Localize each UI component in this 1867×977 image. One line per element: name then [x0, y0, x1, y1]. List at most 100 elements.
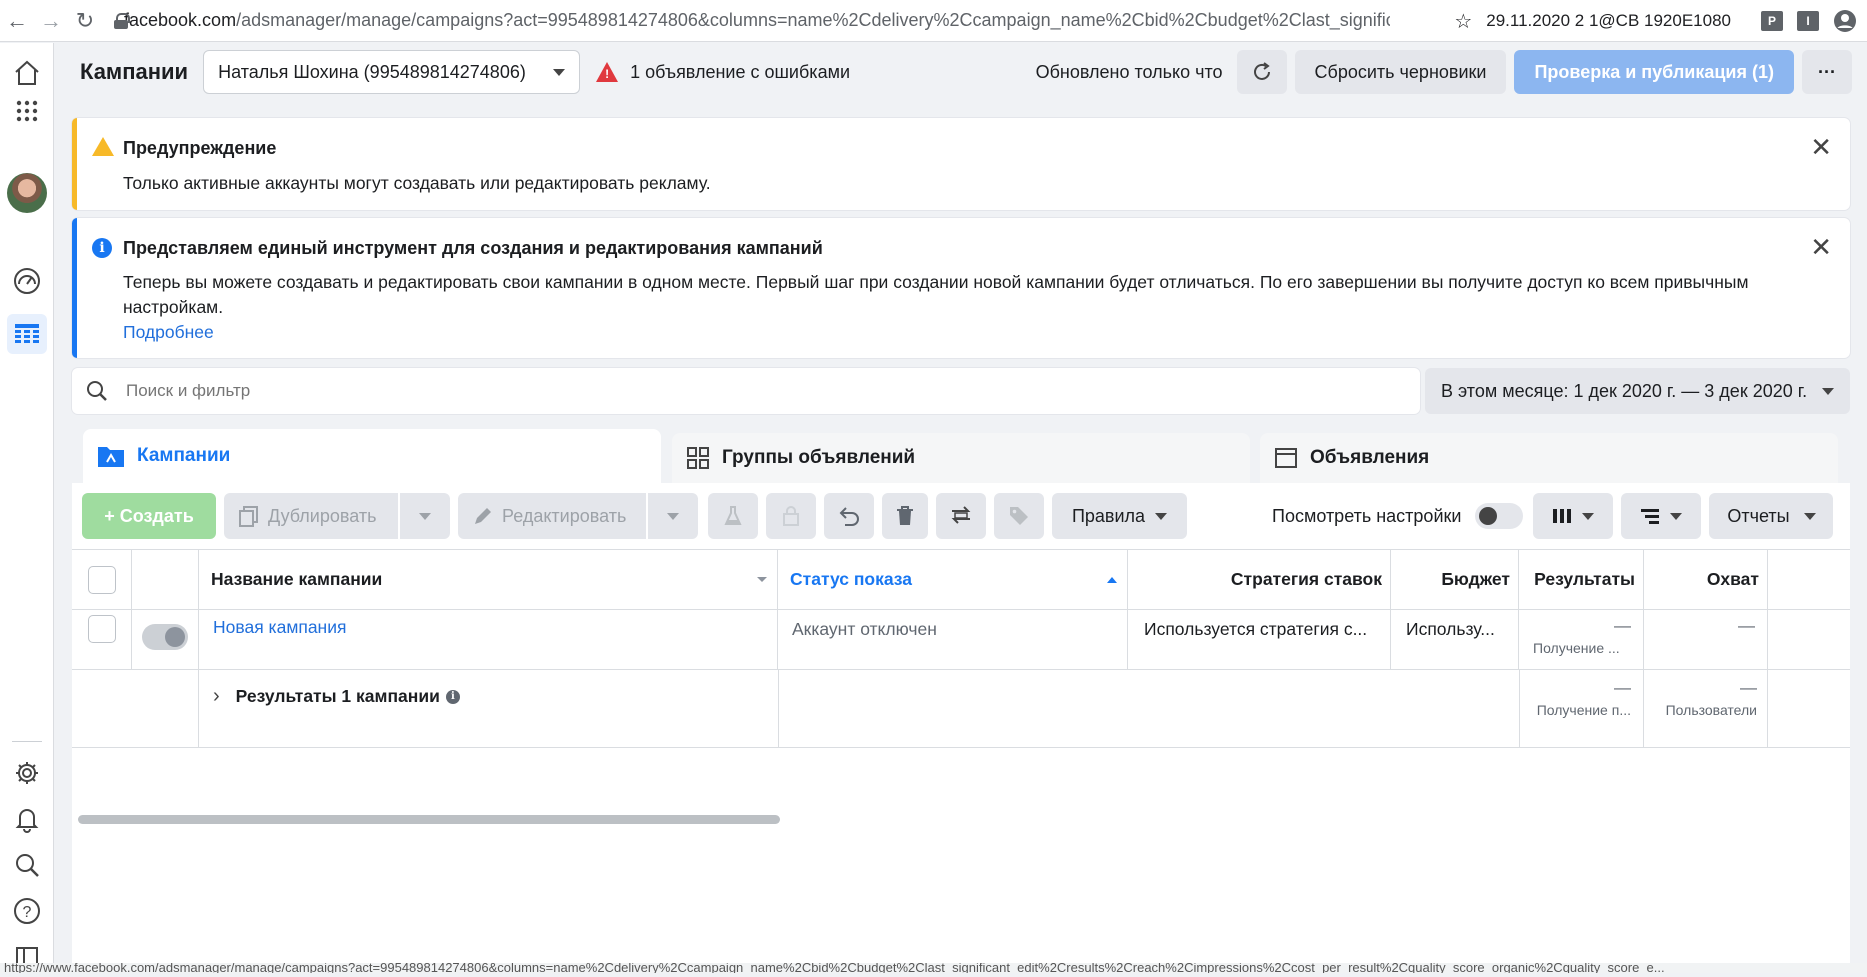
- ad-errors-indicator[interactable]: ! 1 объявление с ошибками: [596, 62, 850, 83]
- col-header-budget[interactable]: Бюджет: [1391, 550, 1519, 609]
- avatar[interactable]: [7, 173, 47, 213]
- star-icon[interactable]: ☆: [1454, 9, 1472, 34]
- undo-button[interactable]: [824, 493, 874, 539]
- warning-icon: [92, 137, 114, 156]
- reload-icon[interactable]: ↻: [68, 4, 102, 38]
- info-text: Теперь вы можете создавать и редактирова…: [123, 272, 1749, 317]
- campaigns-panel: + Создать Дублировать Редактировать Прав…: [72, 483, 1850, 963]
- col-header-reach[interactable]: Охват: [1644, 550, 1768, 609]
- edit-dropdown[interactable]: [648, 493, 698, 539]
- tab-adsets[interactable]: Группы объявлений: [672, 433, 1250, 483]
- date-range-label: В этом месяце: 1 дек 2020 г. — 3 дек 202…: [1441, 380, 1808, 401]
- summary-reach-cell: — Пользователи: [1644, 670, 1768, 747]
- info-title: Представляем единый инструмент для созда…: [123, 238, 823, 258]
- ab-test-button[interactable]: [708, 493, 758, 539]
- chevron-down-icon: [667, 512, 679, 520]
- url-path: /adsmanager/manage/campaigns?act=9954898…: [236, 10, 1390, 30]
- reset-drafts-button[interactable]: Сбросить черновики: [1294, 50, 1507, 94]
- pencil-icon: [475, 508, 491, 524]
- duplicate-dropdown[interactable]: [400, 493, 450, 539]
- extension-p-icon[interactable]: P: [1761, 11, 1783, 31]
- account-selector[interactable]: Наталья Шохина (995489814274806): [203, 50, 581, 94]
- date-range-picker[interactable]: В этом месяце: 1 дек 2020 г. — 3 дек 202…: [1425, 368, 1850, 414]
- chevron-down-icon: [1822, 387, 1834, 395]
- error-warning-icon: !: [596, 62, 619, 82]
- col-header-bid[interactable]: Стратегия ставок: [1128, 550, 1391, 609]
- refresh-button[interactable]: [1236, 50, 1287, 94]
- delete-button[interactable]: [882, 493, 928, 539]
- profile-icon[interactable]: [1833, 9, 1857, 33]
- breakdown-icon: [1641, 509, 1660, 524]
- campaign-on-off-toggle[interactable]: [142, 624, 188, 650]
- duplicate-button[interactable]: Дублировать: [224, 493, 398, 539]
- summary-left-cell: [72, 670, 199, 747]
- home-icon[interactable]: [7, 53, 47, 93]
- summary-results-value: —: [1614, 678, 1631, 697]
- address-bar[interactable]: facebook.com/adsmanager/manage/campaigns…: [110, 10, 1390, 31]
- bell-icon[interactable]: [7, 799, 47, 839]
- summary-label: Результаты 1 кампании: [235, 686, 440, 706]
- tab-ads[interactable]: Объявления: [1260, 433, 1838, 483]
- tag-icon: [1010, 507, 1028, 525]
- col-header-results[interactable]: Результаты: [1519, 550, 1644, 609]
- col-header-delivery[interactable]: Статус показа: [778, 550, 1128, 609]
- row-checkbox[interactable]: [87, 615, 116, 643]
- rules-label: Правила: [1071, 505, 1146, 526]
- more-options-button[interactable]: ···: [1802, 50, 1852, 94]
- apps-grid-icon[interactable]: [7, 91, 47, 131]
- review-publish-button[interactable]: Проверка и публикация (1): [1514, 50, 1794, 94]
- extension-i-icon[interactable]: I: [1797, 11, 1819, 31]
- table-header-row: Название кампании Статус показа Стратеги…: [72, 550, 1850, 610]
- dashboard-gauge-icon[interactable]: [7, 261, 47, 301]
- chevron-right-icon[interactable]: ›: [213, 685, 220, 708]
- create-button[interactable]: + Создать: [82, 493, 216, 539]
- settings-gear-icon[interactable]: [7, 753, 47, 793]
- col-header-name[interactable]: Название кампании: [199, 550, 778, 609]
- toggle-col-header: [132, 550, 199, 609]
- forward-icon[interactable]: →: [34, 4, 68, 38]
- change-history-button[interactable]: [936, 493, 986, 539]
- tag-button[interactable]: [994, 493, 1044, 539]
- ads-manager-table-icon[interactable]: [7, 314, 47, 354]
- table-row[interactable]: Новая кампания Аккаунт отключен Использу…: [72, 610, 1850, 670]
- search-input[interactable]: [126, 381, 1326, 401]
- rules-button[interactable]: Правила: [1052, 493, 1187, 539]
- columns-button[interactable]: [1533, 493, 1614, 539]
- campaign-name-link[interactable]: Новая кампания: [213, 617, 346, 638]
- close-icon[interactable]: ✕: [1810, 232, 1832, 263]
- summary-label-cell[interactable]: › Результаты 1 кампании i: [199, 670, 778, 710]
- back-icon[interactable]: ←: [0, 4, 34, 38]
- budget-value: Использу...: [1406, 619, 1495, 639]
- close-icon[interactable]: ✕: [1810, 132, 1832, 163]
- row-select-cell: [72, 610, 132, 669]
- columns-icon: [1553, 509, 1572, 523]
- left-navigation-rail: ?: [0, 43, 54, 967]
- horizontal-scrollbar[interactable]: [78, 815, 780, 824]
- view-settings-toggle[interactable]: [1475, 503, 1524, 529]
- col-header-budget-label: Бюджет: [1441, 569, 1510, 589]
- tab-ads-label: Объявления: [1310, 447, 1430, 468]
- help-icon[interactable]: ?: [7, 891, 47, 931]
- info-accent-bar: [72, 218, 77, 358]
- info-icon[interactable]: i: [445, 689, 460, 704]
- row-results-cell: — Получение ...: [1519, 610, 1644, 669]
- edit-button[interactable]: Редактировать: [458, 493, 646, 539]
- search-icon[interactable]: [7, 845, 47, 885]
- warning-text: Только активные аккаунты могут создавать…: [123, 173, 711, 193]
- lock-button[interactable]: [766, 493, 816, 539]
- select-all-checkbox[interactable]: [87, 565, 116, 594]
- tab-campaigns[interactable]: Кампании: [83, 429, 661, 483]
- reports-button[interactable]: Отчеты: [1709, 493, 1834, 539]
- results-type: Получение ...: [1533, 640, 1620, 656]
- breakdown-button[interactable]: [1621, 493, 1702, 539]
- learn-more-link[interactable]: Подробнее: [123, 320, 214, 345]
- url-host: facebook.com: [124, 10, 237, 30]
- search-filter-bar[interactable]: [72, 368, 1420, 414]
- summary-row: › Результаты 1 кампании i — Получение п.…: [72, 670, 1850, 748]
- reports-label: Отчеты: [1727, 505, 1790, 526]
- svg-text:?: ?: [23, 904, 32, 921]
- page-title: Кампании: [80, 59, 189, 84]
- row-bid-cell: Используется стратегия с...: [1128, 610, 1391, 669]
- row-budget-cell: Использу...: [1391, 610, 1519, 669]
- browser-stamp: 29.11.2020 2 1@CB 1920E1080: [1486, 11, 1731, 30]
